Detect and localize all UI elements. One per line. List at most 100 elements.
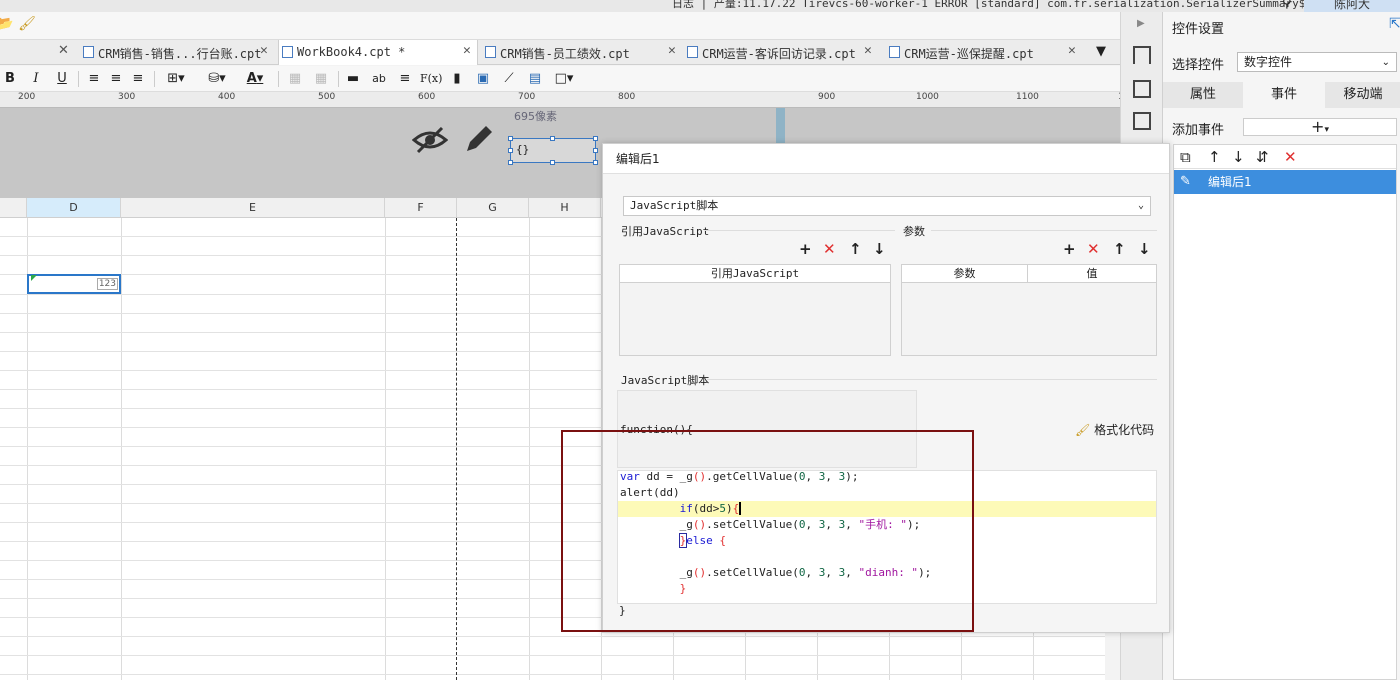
resize-handle[interactable] xyxy=(593,160,598,165)
move-down-icon[interactable]: ↓ xyxy=(1138,240,1151,258)
move-up-icon[interactable]: ↑ xyxy=(1208,148,1221,166)
italic-button[interactable]: I xyxy=(30,70,42,88)
split-cells-icon[interactable]: ▦ xyxy=(312,70,330,88)
file-icon xyxy=(485,46,496,58)
tab-mobile[interactable]: 移动端 xyxy=(1325,82,1400,108)
column-header-h[interactable]: H xyxy=(529,198,601,218)
tab-crm-sales-performance[interactable]: CRM销售-员工绩效.cpt ✕ xyxy=(482,40,682,65)
dock-arrow-icon[interactable]: ⇱ xyxy=(1389,16,1400,32)
tab-label: CRM运营-客诉回访记录.cpt xyxy=(702,47,856,61)
column-header-f[interactable]: F xyxy=(385,198,457,218)
merge-cells-icon[interactable]: ▦ xyxy=(286,70,304,88)
script-type-value: JavaScript脚本 xyxy=(630,199,719,212)
chart-icon[interactable]: ▮ xyxy=(448,70,466,88)
widget-icon[interactable]: □▾ xyxy=(552,70,576,88)
event-item-after-edit[interactable]: ✎ 编辑后1 xyxy=(1174,170,1396,194)
selected-cell-d3[interactable]: 123 xyxy=(27,274,121,294)
format-brush-icon[interactable]: 🖌 xyxy=(18,16,36,34)
bold-button[interactable]: B xyxy=(4,70,16,88)
delete-icon[interactable]: ✕ xyxy=(823,240,836,258)
text-ab-icon[interactable]: ab xyxy=(370,70,388,88)
chevron-down-icon: ▾ xyxy=(1324,125,1329,135)
add-icon[interactable]: + xyxy=(799,240,812,258)
tab-properties[interactable]: 属性 xyxy=(1163,82,1243,108)
params-table[interactable]: 参数 值 xyxy=(901,264,1157,356)
ref-js-column-header: 引用JavaScript xyxy=(620,265,890,283)
format-toolbar: B I U ≡ ≡ ≡ ⊞▾ ⛁▾ A▾ ▦ ▦ ▬ ab ≡ F(x) ▮ ▣… xyxy=(0,66,1120,92)
move-down-icon[interactable]: ↓ xyxy=(1232,148,1245,166)
param-column-header: 参数 xyxy=(902,265,1028,283)
open-icon[interactable]: 📂 xyxy=(0,16,14,34)
tab-crm-sales-ledger[interactable]: CRM销售-销售...行台账.cpt ✕ xyxy=(80,40,276,65)
search-icon[interactable]: ⚲ xyxy=(1282,0,1292,11)
subreport-icon[interactable]: ▤ xyxy=(526,70,544,88)
tab-crm-complaint-followup[interactable]: CRM运营-客诉回访记录.cpt ✕ xyxy=(684,40,880,65)
file-icon xyxy=(83,46,94,58)
underline-button[interactable]: U xyxy=(56,70,68,88)
close-icon[interactable]: ✕ xyxy=(1068,43,1076,58)
ruler-tick: 600 xyxy=(418,92,436,102)
paragraph-icon[interactable]: ≡ xyxy=(396,70,414,88)
ref-js-table[interactable]: 引用JavaScript xyxy=(619,264,891,356)
move-up-icon[interactable]: ↑ xyxy=(849,240,862,258)
script-type-select[interactable]: JavaScript脚本 ⌄ xyxy=(623,196,1151,216)
delete-icon[interactable]: ✕ xyxy=(1284,148,1297,166)
sort-icon[interactable]: ⇵ xyxy=(1256,148,1269,166)
move-down-icon[interactable]: ↓ xyxy=(873,240,886,258)
close-icon[interactable]: ✕ xyxy=(260,43,268,58)
edit-pencil-icon[interactable] xyxy=(462,122,496,156)
format-code-label: 格式化代码 xyxy=(1094,423,1155,437)
widget-text: {} xyxy=(516,143,530,156)
align-left-icon[interactable]: ≡ xyxy=(86,70,102,88)
event-toolbar: ⧉ ↑ ↓ ⇵ ✕ xyxy=(1174,145,1396,169)
annotation-highlight-box xyxy=(561,430,974,632)
resize-handle[interactable] xyxy=(550,136,555,141)
layout-icon[interactable] xyxy=(1133,46,1151,64)
add-event-button[interactable]: +▾ xyxy=(1243,118,1397,136)
tab-label: CRM销售-员工绩效.cpt xyxy=(500,47,630,61)
close-icon[interactable]: ✕ xyxy=(668,43,676,58)
align-center-icon[interactable]: ≡ xyxy=(108,70,124,88)
collapse-icon[interactable]: ▶ xyxy=(1137,18,1145,29)
column-header-d[interactable]: D xyxy=(27,198,121,218)
number-type-badge: 123 xyxy=(96,278,118,290)
close-icon[interactable]: ✕ xyxy=(463,43,471,58)
event-item-label: 编辑后1 xyxy=(1208,175,1252,189)
align-right-icon[interactable]: ≡ xyxy=(130,70,146,88)
resize-handle[interactable] xyxy=(508,136,513,141)
font-color-button[interactable]: A▾ xyxy=(240,70,270,88)
resize-handle[interactable] xyxy=(508,160,513,165)
formula-icon[interactable]: F(x) xyxy=(420,70,442,88)
copy-icon[interactable]: ⧉ xyxy=(1180,148,1191,166)
column-header-e[interactable]: E xyxy=(121,198,385,218)
tab-workbook4[interactable]: WorkBook4.cpt * ✕ xyxy=(278,40,478,65)
frame-icon[interactable] xyxy=(1133,112,1151,130)
tab-crm-inspection-reminder[interactable]: CRM运营-巡保提醒.cpt ✕ xyxy=(886,40,1082,65)
slash-icon[interactable]: ⟋ xyxy=(500,70,518,88)
delete-icon[interactable]: ✕ xyxy=(1087,240,1100,258)
insert-row-icon[interactable]: ▬ xyxy=(344,70,362,88)
resize-handle[interactable] xyxy=(593,136,598,141)
resize-handle[interactable] xyxy=(550,160,555,165)
page-break-line xyxy=(456,218,457,680)
control-type-select[interactable]: 数字控件 ⌄ xyxy=(1237,52,1397,72)
close-icon[interactable]: ✕ xyxy=(864,43,872,58)
tab-menu-icon[interactable]: ▼ xyxy=(1096,44,1106,59)
column-header-g[interactable]: G xyxy=(457,198,529,218)
add-icon[interactable]: + xyxy=(1063,240,1076,258)
hidden-eye-icon[interactable] xyxy=(412,126,448,154)
column-header-blank[interactable] xyxy=(0,198,27,218)
file-icon xyxy=(687,46,698,58)
edit-pencil-icon: ✎ xyxy=(1180,174,1191,189)
tab-events[interactable]: 事件 xyxy=(1243,82,1325,108)
move-up-icon[interactable]: ↑ xyxy=(1113,240,1126,258)
user-name[interactable]: 陈阿大 xyxy=(1304,0,1400,12)
fill-color-icon[interactable]: ⛁▾ xyxy=(202,70,232,88)
border-icon[interactable]: ⊞▾ xyxy=(162,70,190,88)
resize-handle[interactable] xyxy=(593,148,598,153)
format-code-button[interactable]: 🖌 格式化代码 xyxy=(1075,421,1154,438)
resize-handle[interactable] xyxy=(508,148,513,153)
widget-settings-icon[interactable] xyxy=(1133,80,1151,98)
image-icon[interactable]: ▣ xyxy=(474,70,492,88)
close-icon[interactable]: ✕ xyxy=(58,43,69,58)
